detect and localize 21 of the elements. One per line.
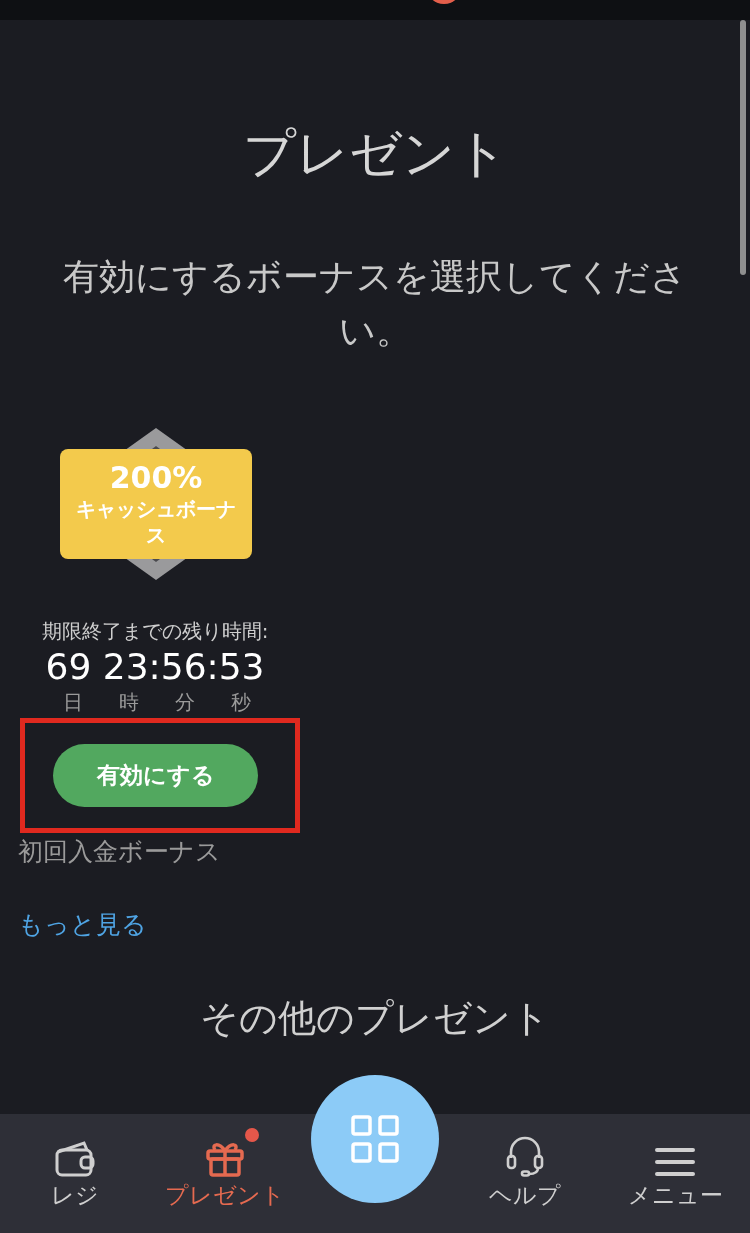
section-heading: その他のプレゼント <box>200 995 550 1042</box>
wallet-icon <box>54 1140 96 1178</box>
nav-tab[interactable]: レジ <box>0 1114 150 1233</box>
more-link[interactable]: もっと見る <box>18 908 147 941</box>
bonus-description: 初回入金ボーナス <box>18 836 221 868</box>
instruction-text: 有効にするボーナスを選択してください。 <box>62 255 688 353</box>
nav-tab[interactable]: プレゼント <box>150 1114 300 1233</box>
page-title: プレゼント <box>242 122 508 185</box>
nav-tab[interactable]: メニュー <box>600 1114 750 1233</box>
time-unit: 日 <box>63 689 83 716</box>
nav-tab[interactable]: ヘルプ <box>450 1114 600 1233</box>
grid-icon <box>350 1114 400 1164</box>
bonus-percent: 200% <box>109 460 203 496</box>
time-unit: 分 <box>175 689 195 716</box>
bonus-name: キャッシュボーナス <box>75 496 237 548</box>
time-unit: 秒 <box>231 689 251 716</box>
timer-label: 期限終了までの残り時間: <box>41 618 269 645</box>
headset-icon <box>505 1136 545 1178</box>
menu-icon <box>654 1146 696 1178</box>
time-unit: 時 <box>119 689 139 716</box>
countdown-time: 69 23:56:53 <box>45 645 265 689</box>
